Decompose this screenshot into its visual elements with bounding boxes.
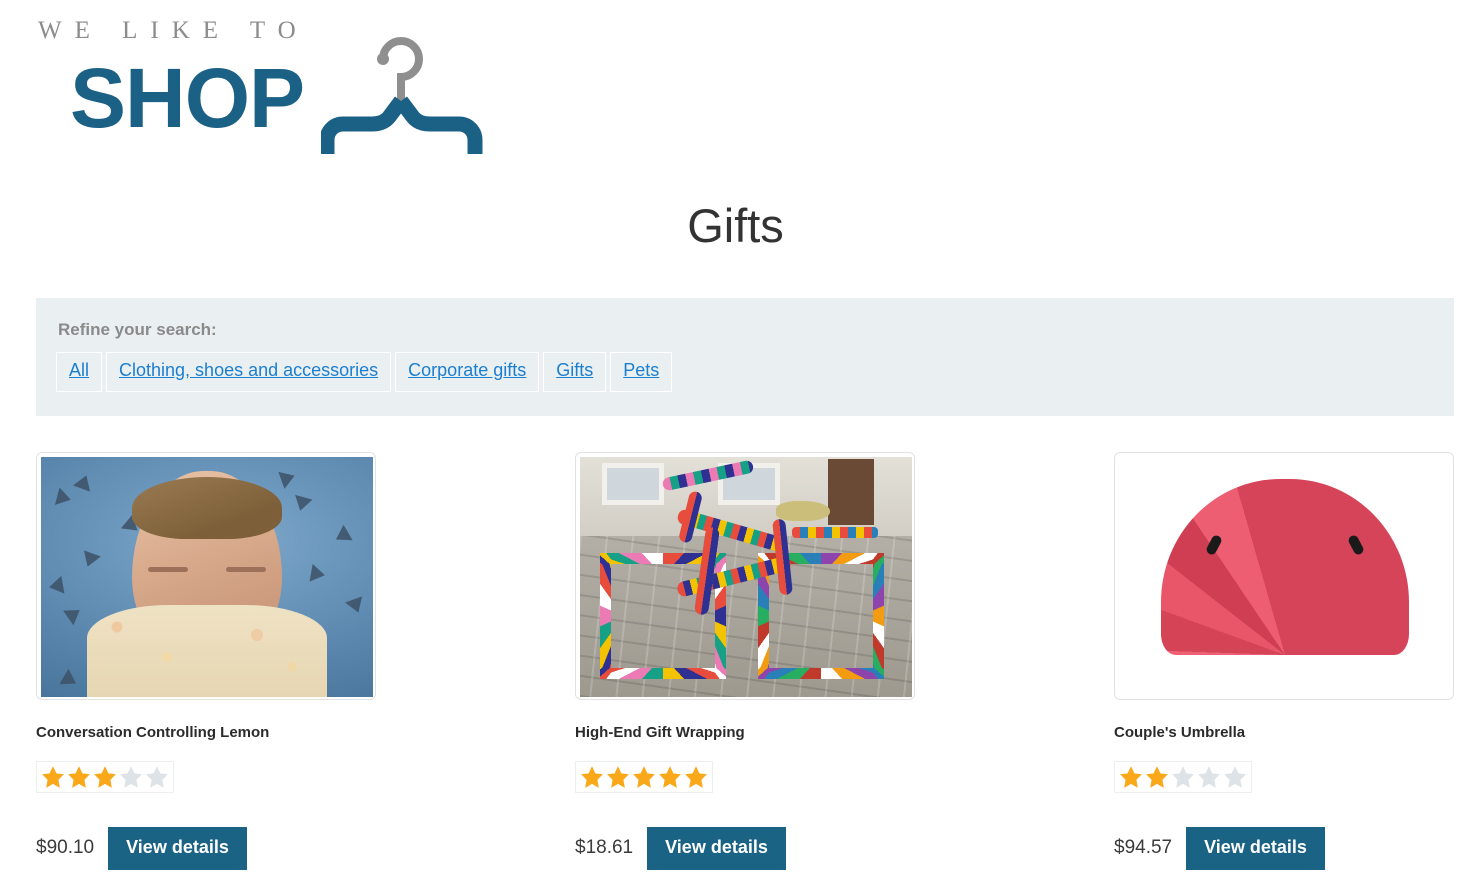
filter-option-gifts[interactable]: Gifts [543, 352, 607, 392]
filter-option-clothing-shoes-accessories[interactable]: Clothing, shoes and accessories [106, 352, 392, 392]
star-icon-filled [633, 765, 655, 788]
star-icon-empty [120, 765, 142, 788]
view-details-button[interactable]: View details [647, 826, 786, 871]
site-logo[interactable]: WE LIKE TO SHOP [36, 18, 496, 154]
product-image-bicycle [580, 457, 912, 697]
star-icon-filled [607, 765, 629, 788]
star-icon-filled [1120, 765, 1142, 788]
filter-option-all[interactable]: All [56, 352, 103, 392]
product-image-frame[interactable] [36, 452, 376, 700]
product-card[interactable]: High-End Gift Wrapping $18.61 View detai… [575, 452, 915, 871]
product-title: Conversation Controlling Lemon [36, 724, 270, 741]
star-icon-filled [659, 765, 681, 788]
product-title: Couple's Umbrella [1114, 724, 1246, 741]
star-icon-filled [68, 765, 90, 788]
star-icon-filled [42, 765, 64, 788]
star-icon-filled [581, 765, 603, 788]
shop-page: WE LIKE TO SHOP Gifts Refine your search… [0, 0, 1471, 885]
star-icon-filled [1146, 765, 1168, 788]
filter-option-pets[interactable]: Pets [610, 352, 673, 392]
product-footer: $18.61 View details [575, 826, 915, 871]
star-icon-filled [94, 765, 116, 788]
star-icon-empty [1198, 765, 1220, 788]
star-icon-empty [146, 765, 168, 788]
star-icon-empty [1224, 765, 1246, 788]
product-footer: $90.10 View details [36, 826, 376, 871]
product-grid: Conversation Controlling Lemon $90.10 Vi… [36, 452, 1454, 871]
refine-search-panel: Refine your search: All Clothing, shoes … [36, 298, 1454, 416]
product-price: $94.57 [1114, 837, 1173, 859]
product-title: High-End Gift Wrapping [575, 724, 745, 741]
product-price: $18.61 [575, 837, 634, 859]
product-card[interactable]: Couple's Umbrella $94.57 View details [1114, 452, 1454, 871]
page-title: Gifts [687, 199, 784, 252]
product-footer: $94.57 View details [1114, 826, 1454, 871]
product-image-frame[interactable] [1114, 452, 1454, 700]
clothes-hanger-icon [319, 26, 501, 156]
product-rating [575, 760, 713, 793]
star-icon-empty [1172, 765, 1194, 788]
view-details-button[interactable]: View details [108, 826, 247, 871]
star-icon-filled [685, 765, 707, 788]
product-card[interactable]: Conversation Controlling Lemon $90.10 Vi… [36, 452, 376, 871]
product-rating [36, 760, 174, 793]
filter-option-corporate-gifts[interactable]: Corporate gifts [395, 352, 540, 392]
product-image-umbrella [1119, 457, 1451, 697]
product-rating [1114, 760, 1252, 793]
product-image-frame[interactable] [575, 452, 915, 700]
refine-search-label: Refine your search: [58, 320, 217, 339]
view-details-button[interactable]: View details [1186, 826, 1325, 871]
logo-wordmark: SHOP [70, 51, 305, 145]
product-price: $90.10 [36, 837, 95, 859]
product-image-lemon [41, 457, 373, 697]
filter-options-list: All Clothing, shoes and accessories Corp… [56, 352, 1434, 392]
